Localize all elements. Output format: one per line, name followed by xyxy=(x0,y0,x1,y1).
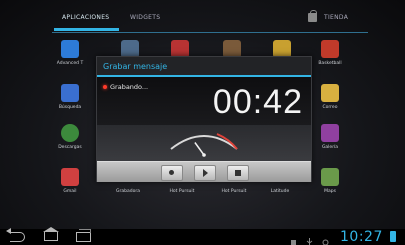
maps-app-icon xyxy=(321,168,339,186)
record-icon xyxy=(169,170,174,175)
tablet-screen: APLICACIONES WIDGETS TIENDA Advanced T B… xyxy=(0,0,405,245)
dialog-title: Grabar mensaje xyxy=(103,62,168,71)
play-icon xyxy=(203,169,208,177)
mail-app-icon xyxy=(321,84,339,102)
app-label: Hot Pursuit xyxy=(169,189,195,194)
app-label: Basketball xyxy=(318,61,342,66)
level-meter xyxy=(97,125,311,161)
app-label: Hot Pursuit xyxy=(221,189,247,194)
app-label: Grabadora xyxy=(116,189,140,194)
stop-button[interactable] xyxy=(227,165,249,181)
app-label: Búsqueda xyxy=(58,105,82,110)
battery-icon[interactable] xyxy=(390,231,396,242)
meter-pivot xyxy=(202,153,206,157)
app-descargas[interactable]: Descargas xyxy=(46,124,94,150)
back-icon[interactable] xyxy=(6,228,25,242)
meter-needle xyxy=(194,142,205,156)
record-message-dialog: Grabar mensaje Grabando... 00:42 xyxy=(96,56,312,182)
tab-apps[interactable]: APLICACIONES xyxy=(53,14,120,31)
drawer-tab-bar: APLICACIONES WIDGETS TIENDA xyxy=(52,6,368,33)
home-icon[interactable] xyxy=(43,227,59,241)
app-galeria[interactable]: Galería xyxy=(306,124,354,150)
app-maps[interactable]: Maps xyxy=(306,168,354,194)
notification-icon[interactable] xyxy=(290,232,297,245)
app-correo[interactable]: Correo xyxy=(306,84,354,110)
app-label: Descargas xyxy=(58,145,82,150)
usb-icon[interactable] xyxy=(306,232,313,245)
search-app-icon xyxy=(61,84,79,102)
record-button[interactable] xyxy=(161,165,183,181)
meter-scale-arc xyxy=(170,135,238,150)
play-button[interactable] xyxy=(194,165,216,181)
download-app-icon xyxy=(61,124,79,142)
status-clock[interactable]: 10:27 xyxy=(340,229,383,245)
app-basketball[interactable]: Basketball xyxy=(306,40,354,66)
vu-meter-graphic xyxy=(170,133,238,157)
elapsed-timer: 00:42 xyxy=(212,83,303,121)
recording-status-panel: Grabando... 00:42 xyxy=(97,77,311,125)
app-gmail[interactable]: Gmail xyxy=(46,168,94,194)
dialog-title-bar: Grabar mensaje xyxy=(97,57,311,77)
recording-indicator-icon xyxy=(103,85,107,89)
app-busqueda[interactable]: Búsqueda xyxy=(46,84,94,110)
app-label: Latitude xyxy=(270,189,290,194)
gmail-app-icon xyxy=(61,168,79,186)
recent-apps-icon[interactable] xyxy=(76,229,91,242)
gallery-app-icon xyxy=(321,124,339,142)
app-label: Gmail xyxy=(63,189,77,194)
tab-widgets[interactable]: WIDGETS xyxy=(130,14,160,21)
system-bar: 10:27 xyxy=(0,227,405,245)
settings-icon[interactable] xyxy=(322,232,329,245)
store-link[interactable]: TIENDA xyxy=(324,14,348,21)
app-label: Galería xyxy=(321,145,339,150)
app-label: Maps xyxy=(324,189,336,194)
app-label: Advanced T xyxy=(56,61,84,66)
app-icon xyxy=(321,40,339,58)
recording-status: Grabando... xyxy=(110,83,149,91)
app-label: Correo xyxy=(322,105,338,110)
stop-icon xyxy=(235,170,241,176)
app-drawer: APLICACIONES WIDGETS TIENDA Advanced T B… xyxy=(0,0,405,245)
store-bag-icon[interactable] xyxy=(308,10,317,22)
app-advanced-task[interactable]: Advanced T xyxy=(46,40,94,66)
playback-controls xyxy=(97,161,311,182)
app-icon xyxy=(61,40,79,58)
